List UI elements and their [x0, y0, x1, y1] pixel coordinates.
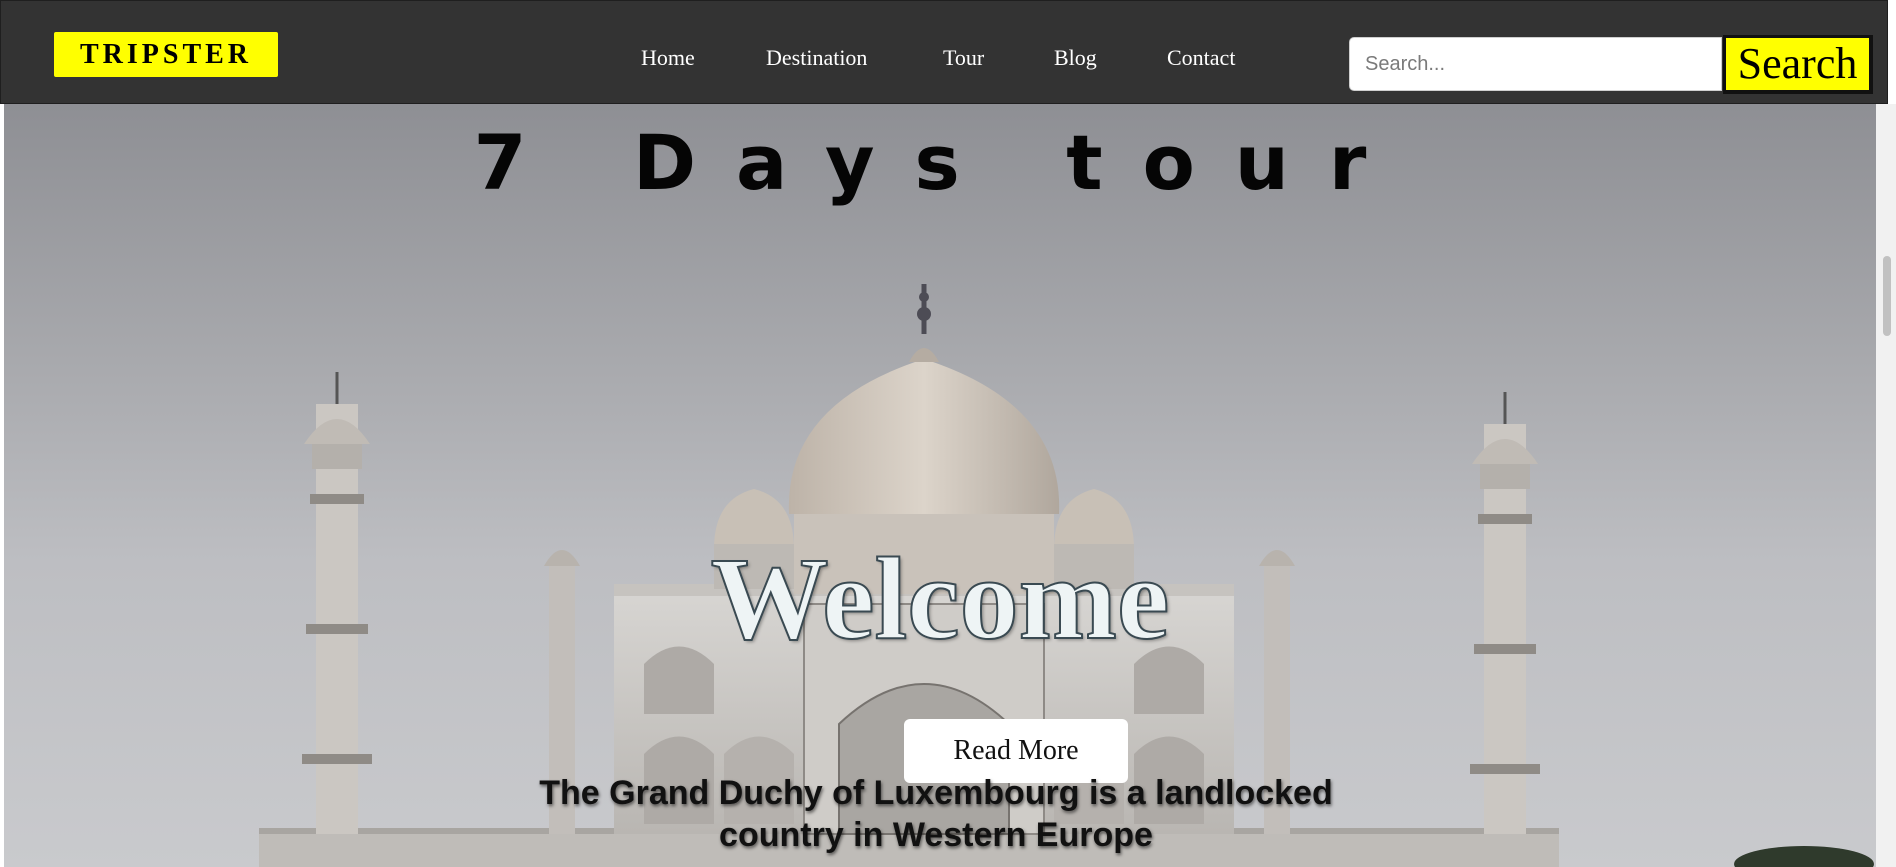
- welcome-heading: Welcome: [710, 533, 1171, 664]
- page-scrollbar[interactable]: [1876, 104, 1896, 867]
- nav-blog[interactable]: Blog: [1054, 45, 1097, 71]
- nav-destination[interactable]: Destination: [766, 45, 867, 71]
- nav-contact[interactable]: Contact: [1167, 45, 1235, 71]
- nav-tour[interactable]: Tour: [943, 45, 984, 71]
- scrollbar-thumb[interactable]: [1883, 256, 1891, 336]
- hero-tagline: The Grand Duchy of Luxembourg is a landl…: [539, 774, 1333, 854]
- hero-section: 7 Days tour Welcome Read More: [4, 104, 1876, 867]
- search-input[interactable]: [1349, 37, 1722, 91]
- search-button[interactable]: Search: [1723, 35, 1873, 94]
- nav-home[interactable]: Home: [641, 45, 695, 71]
- top-navbar: TRIPSTER Home Destination Tour Blog Cont…: [0, 0, 1888, 104]
- tour-title: 7 Days tour: [473, 118, 1407, 207]
